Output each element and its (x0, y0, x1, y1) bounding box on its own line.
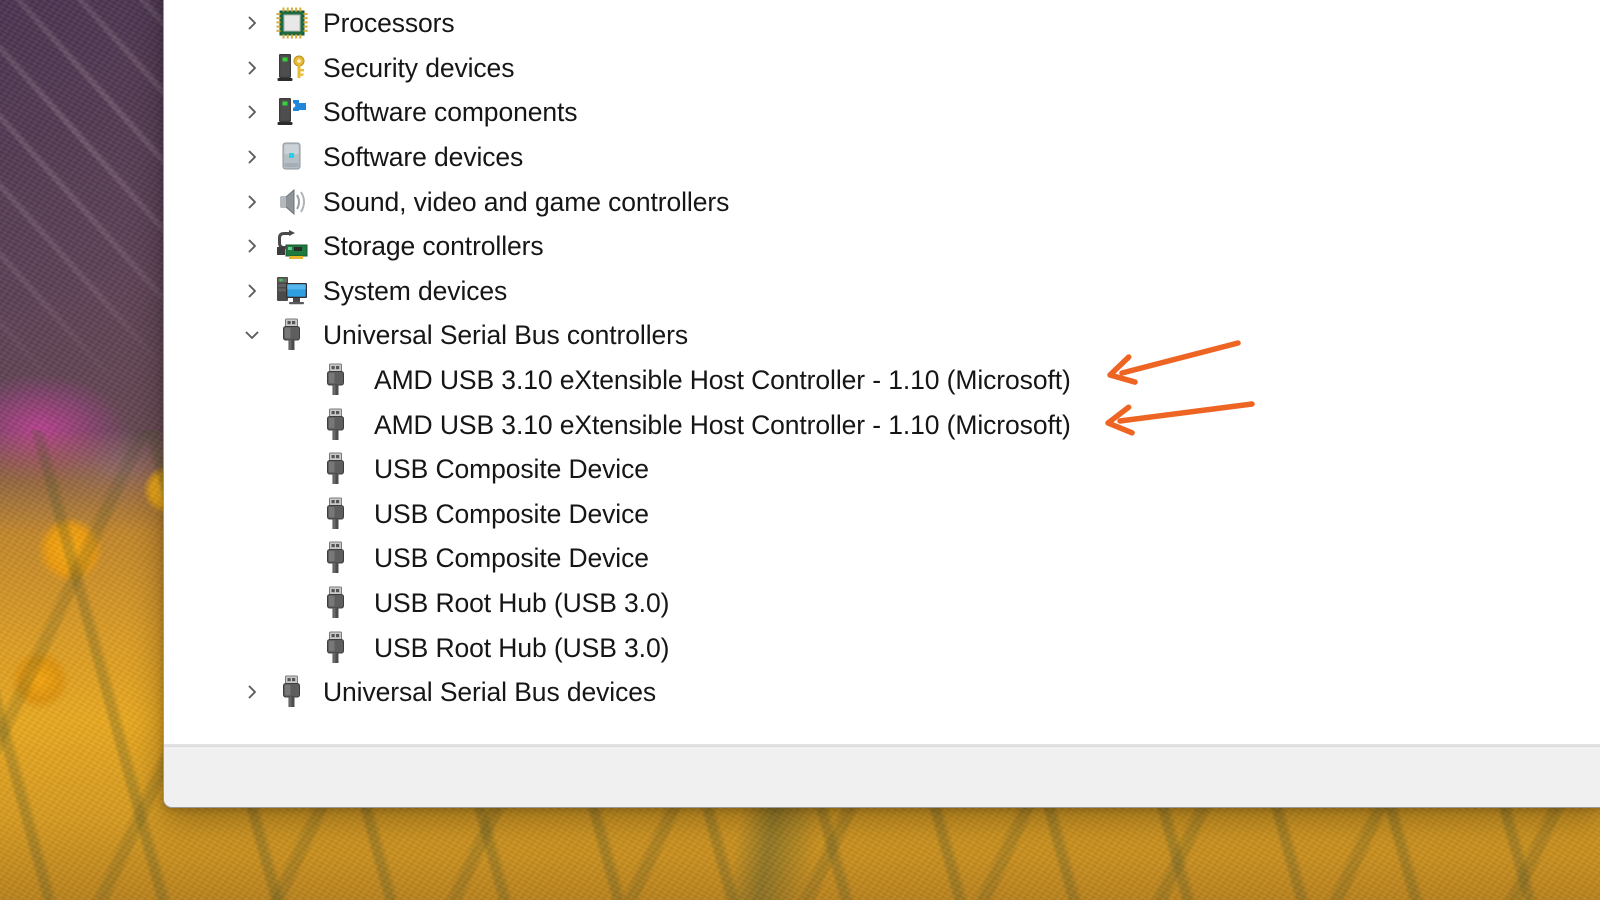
tree-item-label: Security devices (323, 52, 515, 83)
tree-item-usb-composite-device[interactable]: USB Composite Device (164, 536, 1600, 581)
tree-item-universal-serial-bus-controllers[interactable]: Universal Serial Bus controllers (164, 313, 1600, 358)
tree-item-label: Universal Serial Bus devices (323, 677, 657, 708)
tree-item-usb-composite-device[interactable]: USB Composite Device (164, 447, 1600, 492)
tree-item-security-devices[interactable]: Security devices (164, 46, 1600, 91)
usb-icon (275, 317, 309, 353)
usb-icon (319, 585, 353, 621)
tree-item-label: System devices (323, 275, 508, 306)
chevron-right-icon[interactable] (237, 8, 267, 38)
software-component-icon (275, 94, 309, 130)
chevron-right-icon[interactable] (237, 276, 267, 306)
chevron-right-icon[interactable] (237, 97, 267, 127)
storage-controller-icon (275, 228, 309, 264)
tree-item-usb-composite-device[interactable]: USB Composite Device (164, 492, 1600, 537)
tree-item-system-devices[interactable]: System devices (164, 269, 1600, 314)
tree-item-storage-controllers[interactable]: Storage controllers (164, 224, 1600, 269)
device-manager-window: Processors Security devices Software com… (163, 0, 1600, 808)
usb-icon (319, 451, 353, 487)
device-tree[interactable]: Processors Security devices Software com… (164, 0, 1600, 746)
security-device-icon (275, 50, 309, 86)
usb-icon (275, 674, 309, 710)
chevron-right-icon[interactable] (237, 231, 267, 261)
tree-item-software-devices[interactable]: Software devices (164, 135, 1600, 180)
tree-item-label: Sound, video and game controllers (323, 186, 730, 217)
tree-item-sound-video-and-game-controllers[interactable]: Sound, video and game controllers (164, 179, 1600, 224)
usb-icon (319, 496, 353, 532)
usb-icon (319, 630, 353, 666)
tree-item-label: USB Composite Device (374, 543, 649, 574)
software-device-icon (275, 139, 309, 175)
tree-item-software-components[interactable]: Software components (164, 90, 1600, 135)
tree-item-universal-serial-bus-devices[interactable]: Universal Serial Bus devices (164, 670, 1600, 715)
system-device-icon (275, 273, 309, 309)
tree-item-amd-usb-3-10-extensible-host-controller-1-10-microsoft[interactable]: AMD USB 3.10 eXtensible Host Controller … (164, 402, 1600, 447)
tree-item-label: Software components (323, 97, 578, 128)
tree-item-label: Storage controllers (323, 231, 544, 262)
tree-item-processors[interactable]: Processors (164, 1, 1600, 46)
tree-item-usb-root-hub-usb-3-0[interactable]: USB Root Hub (USB 3.0) (164, 625, 1600, 670)
tree-item-label: Processors (323, 8, 455, 39)
chevron-right-icon[interactable] (237, 187, 267, 217)
tree-item-amd-usb-3-10-extensible-host-controller-1-10-microsoft[interactable]: AMD USB 3.10 eXtensible Host Controller … (164, 358, 1600, 403)
speaker-icon (275, 184, 309, 220)
usb-icon (319, 540, 353, 576)
usb-icon (319, 407, 353, 443)
usb-icon (319, 362, 353, 398)
tree-item-label: USB Root Hub (USB 3.0) (374, 588, 670, 619)
chevron-right-icon[interactable] (237, 677, 267, 707)
tree-item-label: USB Composite Device (374, 498, 649, 529)
tree-item-label: Universal Serial Bus controllers (323, 320, 688, 351)
chevron-down-icon[interactable] (237, 320, 267, 350)
status-bar (164, 746, 1600, 807)
tree-item-label: USB Root Hub (USB 3.0) (374, 632, 670, 663)
tree-item-label: AMD USB 3.10 eXtensible Host Controller … (374, 409, 1071, 440)
chevron-right-icon[interactable] (237, 53, 267, 83)
tree-item-label: USB Composite Device (374, 454, 649, 485)
tree-item-usb-root-hub-usb-3-0[interactable]: USB Root Hub (USB 3.0) (164, 581, 1600, 626)
tree-item-label: AMD USB 3.10 eXtensible Host Controller … (374, 365, 1071, 396)
processor-chip-icon (275, 5, 309, 41)
chevron-right-icon[interactable] (237, 142, 267, 172)
tree-item-label: Software devices (323, 142, 524, 173)
